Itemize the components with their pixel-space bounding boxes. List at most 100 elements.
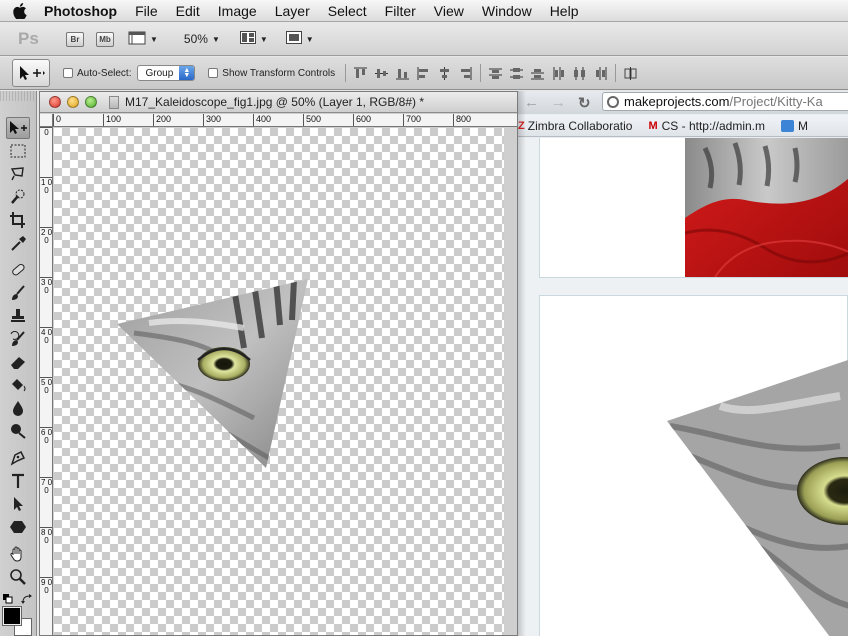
align-horizontal-centers-icon[interactable] <box>438 66 451 80</box>
arrange-documents-dropdown[interactable]: ▼ <box>239 31 268 47</box>
healing-brush-tool-icon[interactable] <box>6 259 30 281</box>
ruler-tick-label: 500 <box>303 114 321 126</box>
browser-window: ← → ↻ makeprojects.com/Project/Kitty-Ka … <box>518 91 848 636</box>
align-top-edges-icon[interactable] <box>354 67 368 80</box>
distribute-top-icon[interactable] <box>489 67 503 80</box>
chat-favicon-icon <box>781 119 794 132</box>
eraser-tool-icon[interactable] <box>6 351 30 373</box>
project-step-card <box>539 138 848 278</box>
triangle-cat-eye-layer[interactable] <box>54 128 504 636</box>
align-vertical-centers-icon[interactable] <box>375 67 389 80</box>
ruler-tick-label: 7 0 0 <box>40 477 53 495</box>
distribute-horizontal-centers-icon[interactable] <box>573 66 586 80</box>
distribute-right-icon[interactable] <box>594 66 607 80</box>
swap-colors-icon[interactable] <box>21 591 33 604</box>
bridge-button[interactable]: Br <box>66 31 84 47</box>
document-canvas[interactable] <box>54 128 504 636</box>
distribute-vertical-centers-icon[interactable] <box>510 67 524 80</box>
menu-edit[interactable]: Edit <box>167 0 209 22</box>
document-file-icon <box>109 95 119 109</box>
dodge-tool-icon[interactable] <box>6 420 30 442</box>
cat-on-red-blanket-image[interactable] <box>685 138 848 277</box>
eyedropper-tool-icon[interactable] <box>6 232 30 254</box>
paint-bucket-tool-icon[interactable] <box>6 374 30 396</box>
close-icon[interactable] <box>49 96 61 108</box>
type-tool-icon[interactable] <box>6 470 30 492</box>
auto-select-checkbox[interactable]: Auto-Select: <box>63 68 131 79</box>
shape-tool-icon[interactable] <box>6 516 30 538</box>
align-bottom-edges-icon[interactable] <box>396 67 410 80</box>
default-colors-icon[interactable] <box>3 591 13 604</box>
horizontal-ruler[interactable]: 0 100 200 300 400 500 600 700 800 <box>53 114 517 127</box>
auto-align-layers-icon[interactable] <box>624 66 637 80</box>
menu-help[interactable]: Help <box>541 0 588 22</box>
kaleidoscope-triangle-preview-image[interactable] <box>540 296 848 636</box>
vertical-ruler[interactable]: 0 1 0 0 2 0 0 3 0 0 4 0 0 5 0 0 6 0 0 7 … <box>40 127 53 635</box>
zoom-icon[interactable] <box>85 96 97 108</box>
clone-stamp-tool-icon[interactable] <box>6 305 30 327</box>
align-right-edges-icon[interactable] <box>459 66 472 80</box>
ruler-tick-label: 300 <box>203 114 221 126</box>
ruler-origin[interactable] <box>40 114 53 127</box>
document-title-bar[interactable]: M17_Kaleidoscope_fig1.jpg @ 50% (Layer 1… <box>40 92 517 113</box>
checkbox-box[interactable] <box>208 68 219 78</box>
menu-view[interactable]: View <box>425 0 473 22</box>
auto-select-target-select[interactable]: Group ▲ ▼ <box>137 65 196 81</box>
align-left-edges-icon[interactable] <box>417 66 430 80</box>
quick-selection-tool-icon[interactable] <box>6 186 30 208</box>
menu-select[interactable]: Select <box>319 0 376 22</box>
bookmark-zimbra[interactable]: Z Zimbra Collaboratio <box>518 119 632 133</box>
foreground-color-swatch[interactable] <box>2 606 22 626</box>
menu-app-photoshop[interactable]: Photoshop <box>40 0 126 22</box>
bookmark-cs-admin-label: CS - http://admin.m <box>661 118 765 133</box>
history-brush-tool-icon[interactable] <box>6 328 30 350</box>
site-info-icon[interactable] <box>607 95 619 108</box>
panel-grip[interactable] <box>0 91 36 101</box>
checkbox-box[interactable] <box>63 68 73 78</box>
forward-arrow-icon[interactable]: → <box>551 94 566 111</box>
separator <box>480 64 482 82</box>
apple-menu-icon[interactable] <box>0 0 40 22</box>
distribute-left-icon[interactable] <box>552 66 565 80</box>
show-transform-controls-label: Show Transform Controls <box>222 67 336 79</box>
menu-file[interactable]: File <box>126 0 167 22</box>
address-bar[interactable]: makeprojects.com/Project/Kitty-Ka <box>602 92 848 111</box>
menu-window[interactable]: Window <box>473 0 541 22</box>
document-title: M17_Kaleidoscope_fig1.jpg @ 50% (Layer 1… <box>125 95 425 109</box>
ruler-tick-label: 0 <box>53 114 61 126</box>
marquee-tool-icon[interactable] <box>6 140 30 162</box>
minimize-icon[interactable] <box>67 96 79 108</box>
ruler-tick-label: 9 0 0 <box>40 577 53 595</box>
zoom-tool-icon[interactable] <box>6 566 30 588</box>
blur-tool-icon[interactable] <box>6 397 30 419</box>
menu-layer[interactable]: Layer <box>266 0 319 22</box>
zoom-chevron-down-icon[interactable]: ▼ <box>212 35 220 44</box>
ruler-tick-label: 200 <box>153 114 171 126</box>
show-transform-controls-checkbox[interactable]: Show Transform Controls <box>208 68 335 79</box>
crop-tool-icon[interactable] <box>6 209 30 231</box>
zoom-level[interactable]: 50% <box>184 32 208 46</box>
brush-tool-icon[interactable] <box>6 282 30 304</box>
back-arrow-icon[interactable]: ← <box>524 94 539 111</box>
ruler-tick-label: 100 <box>103 114 121 126</box>
reload-icon[interactable]: ↻ <box>578 94 591 112</box>
menu-filter[interactable]: Filter <box>376 0 425 22</box>
pen-tool-icon[interactable] <box>6 447 30 469</box>
hand-tool-icon[interactable] <box>6 543 30 565</box>
view-extras-dropdown[interactable]: ▼ <box>128 31 158 48</box>
view-extras-icon <box>128 31 146 48</box>
lasso-tool-icon[interactable] <box>6 163 30 185</box>
separator <box>615 64 617 82</box>
bookmark-cs-admin[interactable]: M CS - http://admin.m <box>648 119 765 133</box>
path-selection-tool-icon[interactable] <box>6 493 30 515</box>
mini-bridge-button[interactable]: Mb <box>96 31 114 47</box>
menu-image[interactable]: Image <box>209 0 266 22</box>
select-arrows-icon: ▲ ▼ <box>179 66 195 80</box>
ruler-tick-label: 0 <box>40 127 52 137</box>
bookmark-m[interactable]: M <box>781 119 808 133</box>
screen-mode-dropdown[interactable]: ▼ <box>285 31 314 47</box>
distribute-bottom-icon[interactable] <box>531 67 545 80</box>
ruler-tick-label: 3 0 0 <box>40 277 53 295</box>
tool-preset-picker[interactable] <box>12 59 50 87</box>
move-tool-icon[interactable] <box>6 117 30 139</box>
